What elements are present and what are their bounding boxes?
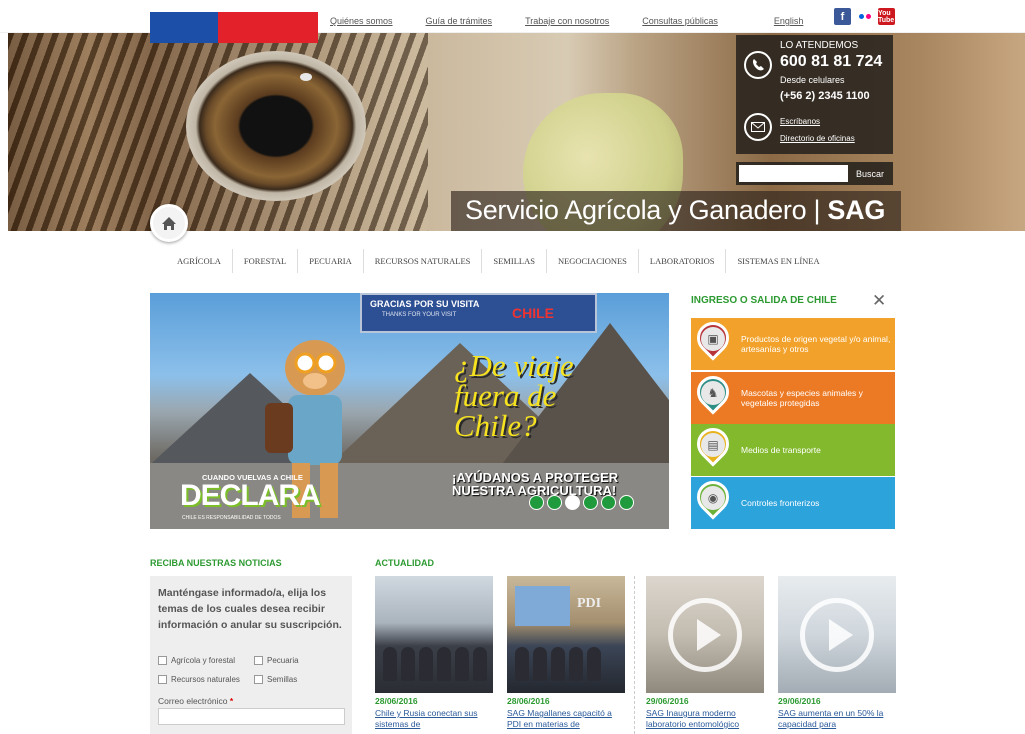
contact-label: LO ATENDEMOS bbox=[780, 40, 859, 51]
carousel-dots bbox=[529, 495, 634, 510]
tile-mascotas[interactable]: ♞ Mascotas y especies animales y vegetal… bbox=[690, 369, 895, 424]
news-date: 28/06/2016 bbox=[375, 696, 418, 706]
top-links: Quiénes somos Guía de trámites Trabaje c… bbox=[330, 16, 836, 26]
tile-label: Medios de transporte bbox=[741, 445, 821, 455]
bus-icon: ▤ bbox=[701, 433, 725, 457]
news-headline[interactable]: SAG Inaugura moderno laboratorio entomol… bbox=[646, 708, 764, 730]
site-title: Servicio Agrícola y Ganadero | SAG bbox=[465, 195, 886, 225]
tile-productos[interactable]: ▣ Productos de origen vegetal y/o animal… bbox=[690, 315, 895, 370]
offices-directory-link[interactable]: Directorio de oficinas bbox=[780, 134, 855, 143]
search-input[interactable] bbox=[739, 165, 848, 182]
banner-subheadline: ¡AYÚDANOS A PROTEGER NUESTRA AGRICULTURA… bbox=[452, 470, 619, 498]
news-image bbox=[375, 576, 493, 693]
main-nav: AGRÍCOLA FORESTAL PECUARIA RECURSOS NATU… bbox=[166, 249, 831, 273]
tile-controles[interactable]: ◉ Controles fronterizos bbox=[690, 474, 895, 529]
news-video-thumbnail bbox=[646, 576, 764, 693]
news-item[interactable]: 29/06/2016 SAG Inaugura moderno laborato… bbox=[646, 576, 764, 734]
tile-transporte[interactable]: ▤ Medios de transporte bbox=[690, 421, 895, 476]
checkbox-agricola-forestal[interactable]: Agrícola y forestal bbox=[158, 656, 235, 665]
newsletter-intro: Manténgase informado/a, elija los temas … bbox=[158, 587, 342, 631]
tile-label: Productos de origen vegetal y/o animal, … bbox=[741, 334, 891, 354]
news-headline[interactable]: Chile y Rusia conectan sus sistemas de bbox=[375, 708, 493, 730]
mail-icon bbox=[744, 113, 772, 141]
newsletter-title: RECIBA NUESTRAS NOTICIAS bbox=[150, 558, 282, 568]
email-field[interactable] bbox=[158, 708, 345, 725]
dog-icon: ♞ bbox=[701, 381, 725, 405]
border-control-icon: ◉ bbox=[701, 486, 725, 510]
nav-pecuaria[interactable]: PECUARIA bbox=[297, 249, 363, 273]
news-date: 29/06/2016 bbox=[646, 696, 689, 706]
chile-flag-logo[interactable] bbox=[150, 12, 318, 43]
news-date: 28/06/2016 bbox=[507, 696, 550, 706]
banner-declara: DECLARA bbox=[180, 479, 321, 512]
contact-box: LO ATENDEMOS 600 81 81 724 Desde celular… bbox=[736, 35, 893, 154]
youtube-label: You Tube bbox=[878, 9, 895, 24]
banner-carousel[interactable]: GRACIAS POR SU VISITA THANKS FOR YOUR VI… bbox=[150, 293, 669, 529]
nav-laboratorios[interactable]: LABORATORIOS bbox=[637, 249, 726, 273]
suitcase-icon: ▣ bbox=[701, 327, 725, 351]
link-trabaje[interactable]: Trabaje con nosotros bbox=[525, 16, 609, 26]
mobile-phone[interactable]: (+56 2) 2345 1100 bbox=[780, 90, 870, 102]
home-icon[interactable] bbox=[150, 204, 188, 242]
nav-recursos-naturales[interactable]: RECURSOS NATURALES bbox=[362, 249, 482, 273]
write-us-link[interactable]: Escríbanos bbox=[780, 117, 820, 126]
flickr-icon[interactable] bbox=[856, 8, 873, 25]
eagle-eye-image bbox=[186, 51, 366, 201]
banner-tagline: CHILE ES RESPONSABILIDAD DE TODOS bbox=[182, 515, 281, 521]
newsletter-box: Manténgase informado/a, elija los temas … bbox=[150, 576, 352, 734]
youtube-icon[interactable]: You Tube bbox=[878, 8, 895, 25]
ingreso-title: INGRESO O SALIDA DE CHILE bbox=[691, 295, 837, 306]
carousel-dot[interactable] bbox=[583, 495, 598, 510]
news-section-title: ACTUALIDAD bbox=[375, 558, 434, 568]
nav-semillas[interactable]: SEMILLAS bbox=[481, 249, 546, 273]
search-box: Buscar bbox=[736, 162, 893, 185]
link-quienes-somos[interactable]: Quiénes somos bbox=[330, 16, 393, 26]
carousel-dot[interactable] bbox=[601, 495, 616, 510]
tools-icon[interactable]: ✕ bbox=[872, 291, 886, 311]
phone-icon bbox=[744, 51, 772, 79]
carousel-dot[interactable] bbox=[565, 495, 580, 510]
banner-headline: ¿De viaje fuera de Chile? bbox=[454, 348, 574, 443]
link-consultas[interactable]: Consultas públicas bbox=[642, 16, 718, 26]
news-item[interactable]: 29/06/2016 SAG aumenta en un 50% la capa… bbox=[778, 576, 896, 734]
checkbox-pecuaria[interactable]: Pecuaria bbox=[254, 656, 299, 665]
nav-forestal[interactable]: FORESTAL bbox=[231, 249, 297, 273]
nav-negociaciones[interactable]: NEGOCIACIONES bbox=[545, 249, 638, 273]
tile-label: Controles fronterizos bbox=[741, 498, 820, 508]
checkbox-semillas[interactable]: Semillas bbox=[254, 675, 297, 684]
border-sign: GRACIAS POR SU VISITA THANKS FOR YOUR VI… bbox=[360, 293, 597, 333]
carousel-dot[interactable] bbox=[529, 495, 544, 510]
nav-agricola[interactable]: AGRÍCOLA bbox=[166, 249, 232, 273]
news-headline[interactable]: SAG Magallanes capacitó a PDI en materia… bbox=[507, 708, 625, 730]
news-date: 29/06/2016 bbox=[778, 696, 821, 706]
tile-label: Mascotas y especies animales y vegetales… bbox=[741, 388, 863, 408]
email-label: Correo electrónico * bbox=[158, 696, 234, 706]
news-image: PDI bbox=[507, 576, 625, 693]
news-video-thumbnail bbox=[778, 576, 896, 693]
news-item[interactable]: PDI 28/06/2016 SAG Magallanes capacitó a… bbox=[507, 576, 625, 734]
contact-phone[interactable]: 600 81 81 724 bbox=[780, 53, 882, 71]
carousel-dot[interactable] bbox=[547, 495, 562, 510]
mobile-label: Desde celulares bbox=[780, 75, 845, 85]
facebook-icon[interactable]: f bbox=[834, 8, 851, 25]
link-english[interactable]: English bbox=[774, 16, 804, 26]
play-icon[interactable] bbox=[800, 598, 874, 672]
nav-sistemas-en-linea[interactable]: SISTEMAS EN LÍNEA bbox=[725, 249, 830, 273]
checkbox-recursos-naturales[interactable]: Recursos naturales bbox=[158, 675, 240, 684]
carousel-dot[interactable] bbox=[619, 495, 634, 510]
news-item[interactable]: 28/06/2016 Chile y Rusia conectan sus si… bbox=[375, 576, 493, 734]
link-guia-tramites[interactable]: Guía de trámites bbox=[426, 16, 493, 26]
play-icon[interactable] bbox=[668, 598, 742, 672]
search-button[interactable]: Buscar bbox=[850, 165, 890, 182]
news-headline[interactable]: SAG aumenta en un 50% la capacidad para bbox=[778, 708, 896, 730]
social-links: f You Tube bbox=[834, 8, 895, 25]
